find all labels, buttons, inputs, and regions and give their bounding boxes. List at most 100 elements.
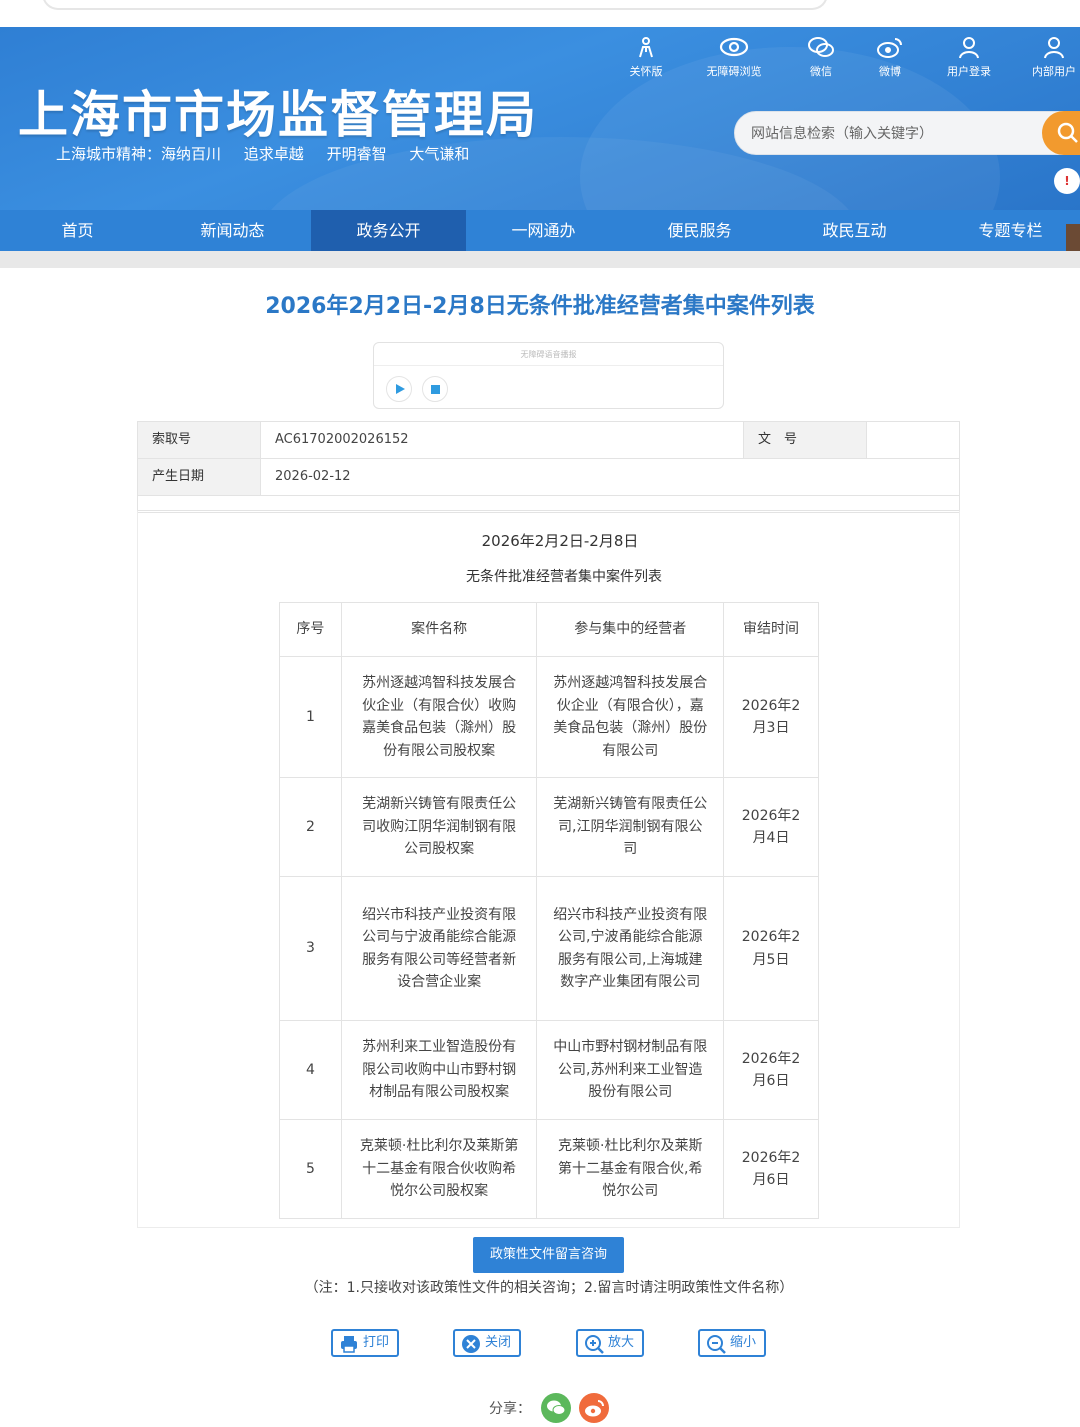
- site-logo-title[interactable]: 上海市市场监督管理局: [18, 75, 538, 147]
- index-value: AC61702002026152: [275, 432, 409, 447]
- internal-user-button[interactable]: 内部用户: [1018, 35, 1080, 79]
- share-label: 分享：: [489, 1401, 531, 1417]
- consult-note: （注：1.只接收对该政策性文件的相关咨询；2.留言时请注明政策性文件名称）: [304, 1280, 794, 1296]
- elder-care-button[interactable]: 关怀版: [610, 35, 682, 79]
- col-header-name: 案件名称: [340, 602, 538, 657]
- table-row: 2 芜湖新兴铸管有限责任公司收购江阴华润制钢有限公司股权案 芜湖新兴铸管有限责任…: [279, 777, 819, 877]
- cell-date: 2026年2月5日: [723, 876, 819, 1021]
- table-header-row: 序号 案件名称 参与集中的经营者 审结时间: [279, 602, 819, 657]
- weibo-share-icon[interactable]: [579, 1393, 609, 1423]
- user-icon: [933, 35, 1005, 63]
- nav-item-public-service[interactable]: 便民服务: [622, 210, 777, 251]
- cell-parties: 中山市野村钢材制品有限公司,苏州利来工业智造股份有限公司: [536, 1020, 725, 1120]
- cell-no: 1: [279, 656, 342, 778]
- tool-label: 无障碍浏览: [706, 65, 762, 78]
- site-header: 上海市市场监督管理局 上海城市精神：海纳百川 追求卓越 开明睿智 大气谦和 关怀…: [0, 27, 1080, 210]
- elder-care-icon: [610, 35, 682, 63]
- search-placeholder: 网站信息检索（输入关键字）: [751, 126, 933, 142]
- tool-label: 用户登录: [947, 65, 991, 78]
- float-notice-icon[interactable]: !: [1054, 168, 1080, 194]
- doc-no-label: 文 号: [743, 422, 867, 458]
- cell-name: 克莱顿·杜比利尔及莱斯第十二基金有限合伙收购希悦尔公司股权案: [340, 1119, 538, 1219]
- consult-button[interactable]: 政策性文件留言咨询: [473, 1237, 624, 1273]
- internal-user-icon: [1018, 35, 1080, 63]
- tool-label: 内部用户: [1032, 65, 1076, 78]
- wechat-share-icon[interactable]: [541, 1393, 571, 1423]
- close-button[interactable]: 关闭: [453, 1329, 521, 1357]
- header-toolbar: 关怀版 无障碍浏览 微信 微博 用户登录 内部用户: [610, 35, 1080, 85]
- player-caption: 无障碍语音播报: [520, 350, 577, 359]
- audio-player: 无障碍语音播报: [373, 342, 724, 409]
- print-label: 打印: [363, 1335, 390, 1350]
- date-label: 产生日期: [138, 459, 261, 495]
- zoom-in-button[interactable]: 放大: [576, 1329, 644, 1357]
- cell-date: 2026年2月6日: [723, 1119, 819, 1219]
- zoom-in-icon: [585, 1335, 604, 1354]
- cell-name: 苏州利来工业智造股份有限公司收购中山市野村钢材制品有限公司股权案: [340, 1020, 538, 1120]
- cell-parties: 苏州逐越鸿智科技发展合伙企业（有限合伙），嘉美食品包装（滁州）股份有限公司: [536, 656, 725, 778]
- cell-name: 芜湖新兴铸管有限责任公司收购江阴华润制钢有限公司股权案: [340, 777, 538, 877]
- cell-parties: 绍兴市科技产业投资有限公司,宁波甬能综合能源服务有限公司,上海城建数字产业集团有…: [536, 876, 725, 1021]
- print-button[interactable]: 打印: [331, 1329, 399, 1357]
- tool-label: 微信: [810, 65, 832, 78]
- table-row: 1 苏州逐越鸿智科技发展合伙企业（有限合伙）收购嘉美食品包装（滁州）股份有限公司…: [279, 656, 819, 778]
- play-button[interactable]: [386, 376, 412, 402]
- nav-item-news[interactable]: 新闻动态: [155, 210, 310, 251]
- cell-date: 2026年2月3日: [723, 656, 819, 778]
- printer-icon: [341, 1336, 357, 1353]
- user-login-button[interactable]: 用户登录: [933, 35, 1005, 79]
- cell-no: 5: [279, 1119, 342, 1219]
- table-row: 5 克莱顿·杜比利尔及莱斯第十二基金有限合伙收购希悦尔公司股权案 克莱顿·杜比利…: [279, 1119, 819, 1219]
- body-subtitle-title: 无条件批准经营者集中案件列表: [466, 569, 662, 585]
- wechat-icon: [785, 35, 857, 63]
- cell-date: 2026年2月6日: [723, 1020, 819, 1120]
- cell-date: 2026年2月4日: [723, 777, 819, 877]
- table-row: 3 绍兴市科技产业投资有限公司与宁波甬能综合能源服务有限公司等经营者新设合营企业…: [279, 876, 819, 1021]
- wechat-button[interactable]: 微信: [785, 35, 857, 79]
- table-row: 4 苏州利来工业智造股份有限公司收购中山市野村钢材制品有限公司股权案 中山市野村…: [279, 1020, 819, 1120]
- zoom-out-icon: [707, 1335, 726, 1354]
- nav-item-special[interactable]: 专题专栏: [933, 210, 1080, 251]
- date-value: 2026-02-12: [275, 469, 351, 484]
- eye-icon: [698, 35, 770, 63]
- nav-item-online-service[interactable]: 一网通办: [466, 210, 621, 251]
- col-header-date: 审结时间: [723, 602, 819, 657]
- top-sliver: [0, 0, 1080, 27]
- divider-strip: [0, 251, 1080, 268]
- zoom-out-label: 缩小: [730, 1335, 757, 1350]
- nav-item-interaction[interactable]: 政民互动: [777, 210, 932, 251]
- meta-row-date: 产生日期 2026-02-12: [138, 459, 959, 496]
- close-icon: [462, 1335, 480, 1353]
- cell-name: 绍兴市科技产业投资有限公司与宁波甬能综合能源服务有限公司等经营者新设合营企业案: [340, 876, 538, 1021]
- col-header-no: 序号: [279, 602, 342, 657]
- spirit-text-4: 大气谦和: [409, 145, 470, 163]
- cell-no: 2: [279, 777, 342, 877]
- stop-button[interactable]: [422, 376, 448, 402]
- search-button[interactable]: [1042, 111, 1080, 155]
- article-title: 2026年2月2日-2月8日无条件批准经营者集中案件列表: [265, 294, 815, 319]
- close-label: 关闭: [485, 1335, 512, 1350]
- meta-row-index: 索取号 AC61702002026152 文 号: [138, 422, 959, 459]
- nav-decoration: [1066, 224, 1080, 254]
- nav-item-gov-info[interactable]: 政务公开: [311, 210, 466, 251]
- cases-table: 序号 案件名称 参与集中的经营者 审结时间 1 苏州逐越鸿智科技发展合伙企业（有…: [279, 602, 819, 1219]
- weibo-button[interactable]: 微博: [854, 35, 926, 79]
- index-label: 索取号: [138, 422, 261, 458]
- tool-label: 微博: [879, 65, 901, 78]
- accessibility-button[interactable]: 无障碍浏览: [698, 35, 770, 79]
- main-nav: 首页 新闻动态 政务公开 一网通办 便民服务 政民互动 专题专栏: [0, 210, 1080, 251]
- spirit-text-1: 上海城市精神：海纳百川: [56, 145, 222, 163]
- document-meta: 索取号 AC61702002026152 文 号 产生日期 2026-02-12: [137, 421, 960, 513]
- spirit-text-2: 追求卓越: [243, 145, 304, 163]
- nav-item-home[interactable]: 首页: [0, 210, 155, 251]
- play-icon: [396, 384, 405, 394]
- col-header-parties: 参与集中的经营者: [536, 602, 725, 657]
- cell-parties: 克莱顿·杜比利尔及莱斯第十二基金有限合伙,希悦尔公司: [536, 1119, 725, 1219]
- search-icon: [1057, 122, 1078, 143]
- spirit-text-3: 开明睿智: [326, 145, 387, 163]
- city-spirit: 上海城市精神：海纳百川 追求卓越 开明睿智 大气谦和: [56, 143, 487, 164]
- search-input[interactable]: 网站信息检索（输入关键字）: [734, 111, 1064, 155]
- cell-no: 3: [279, 876, 342, 1021]
- body-subtitle-date: 2026年2月2日-2月8日: [481, 532, 639, 550]
- zoom-out-button[interactable]: 缩小: [698, 1329, 766, 1357]
